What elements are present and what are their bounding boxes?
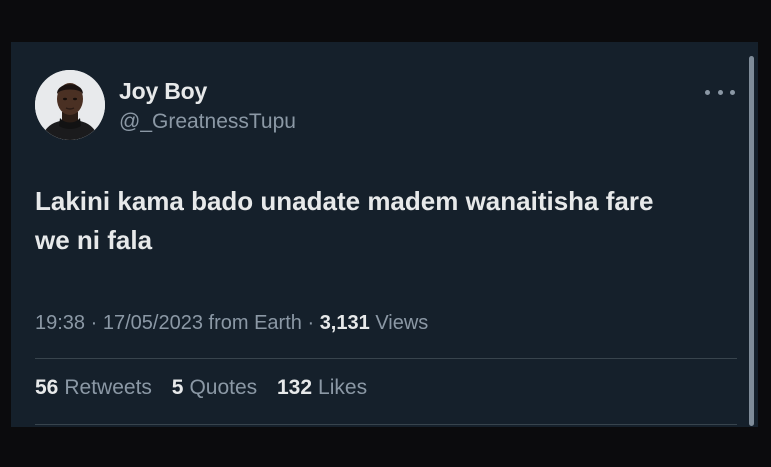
likes-stat[interactable]: 132 Likes <box>277 376 367 399</box>
scrollbar[interactable] <box>749 56 754 426</box>
quotes-count: 5 <box>171 376 184 399</box>
divider <box>35 424 737 425</box>
tweet-card: Joy Boy @_GreatnessTupu Lakini kama bado… <box>11 42 758 427</box>
dot <box>705 89 710 95</box>
tweet-metadata: 19:38 · 17/05/2023 from Earth · 3,131 Vi… <box>35 312 428 335</box>
avatar[interactable] <box>35 70 105 140</box>
dot <box>730 89 735 95</box>
tweet-text-line-1: Lakini kama bado unadate madem wanaitish… <box>35 186 654 216</box>
divider <box>35 358 737 359</box>
meta-separator: · <box>90 312 98 334</box>
author-name[interactable]: Joy Boy <box>119 78 207 105</box>
retweets-stat[interactable]: 56 Retweets <box>35 376 158 399</box>
tweet-date[interactable]: 17/05/2023 <box>103 312 203 334</box>
retweets-count: 56 <box>35 376 59 399</box>
more-options-icon[interactable] <box>705 82 735 102</box>
views-label: Views <box>375 312 429 334</box>
tweet-time[interactable]: 19:38 <box>35 312 85 334</box>
quotes-stat[interactable]: 5 Quotes <box>172 376 263 399</box>
tweet-text: Lakini kama bado unadate madem wanaitish… <box>35 182 735 260</box>
dot <box>717 89 723 95</box>
likes-count: 132 <box>277 376 313 399</box>
likes-label: Likes <box>318 376 368 399</box>
meta-separator: · <box>307 312 315 334</box>
profile-photo-icon <box>35 70 105 140</box>
quotes-label: Quotes <box>189 376 258 399</box>
tweet-source: from Earth <box>208 312 302 334</box>
views-count: 3,131 <box>319 312 370 334</box>
retweets-label: Retweets <box>64 376 152 399</box>
author-handle[interactable]: @_GreatnessTupu <box>119 110 296 134</box>
tweet-text-line-2: we ni fala <box>35 225 153 255</box>
engagement-stats: 56 Retweets 5 Quotes 132 Likes <box>35 376 381 400</box>
